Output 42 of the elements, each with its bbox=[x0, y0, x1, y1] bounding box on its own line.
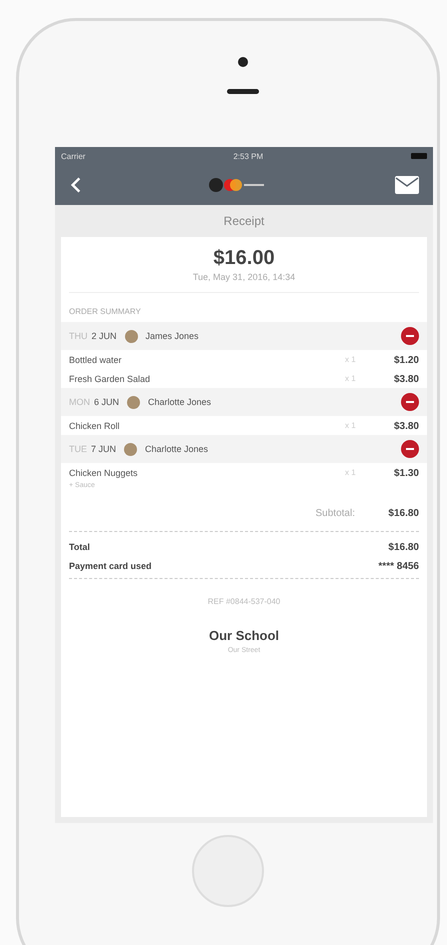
remove-button[interactable] bbox=[401, 440, 419, 458]
item-name: Chicken Nuggets bbox=[69, 468, 139, 478]
subtotal-label: Subtotal: bbox=[316, 508, 355, 519]
item-price: $3.80 bbox=[392, 421, 419, 432]
day-label: THU bbox=[69, 331, 88, 341]
remove-button[interactable] bbox=[401, 327, 419, 345]
item-name: Fresh Garden Salad bbox=[69, 374, 152, 384]
item-name: Chicken Roll bbox=[69, 421, 121, 431]
back-icon[interactable] bbox=[71, 176, 81, 194]
screen-title: Receipt bbox=[224, 214, 264, 228]
person-name: James Jones bbox=[146, 331, 200, 341]
mail-icon[interactable] bbox=[395, 176, 419, 194]
receipt-amount: $16.00 bbox=[212, 247, 276, 270]
reference-number: REF #0844-537-040 bbox=[206, 597, 282, 606]
total-value: $16.80 bbox=[387, 542, 419, 553]
total-label: Total bbox=[69, 542, 90, 553]
avatar-icon bbox=[124, 442, 138, 456]
school-name: Our School bbox=[208, 628, 280, 643]
person-name: Charlotte Jones bbox=[148, 397, 212, 407]
date-label: 6 JUN bbox=[94, 397, 120, 407]
remove-button[interactable] bbox=[401, 393, 419, 411]
day-label: TUE bbox=[69, 444, 87, 454]
receipt-date: Tue, May 31, 2016, 14:34 bbox=[69, 272, 419, 293]
status-time: 2:53 PM bbox=[233, 152, 264, 160]
avatar-icon bbox=[124, 330, 138, 342]
day-label: MON bbox=[69, 397, 90, 407]
total-label: Payment card used bbox=[69, 561, 152, 572]
camera-icon bbox=[238, 57, 248, 67]
item-name: Bottled water bbox=[69, 355, 123, 365]
battery-icon bbox=[411, 153, 427, 159]
section-heading: ORDER SUMMARY bbox=[69, 307, 142, 316]
item-price: $3.80 bbox=[392, 374, 419, 385]
person-name: Charlotte Jones bbox=[145, 444, 210, 454]
carrier-label: Carrier bbox=[61, 152, 86, 160]
item-price: $1.20 bbox=[392, 355, 419, 366]
date-label: 2 JUN bbox=[92, 331, 117, 341]
speaker-icon bbox=[227, 89, 259, 94]
total-value: **** 8456 bbox=[378, 561, 419, 572]
subtotal-value: $16.80 bbox=[387, 508, 419, 519]
item-price: $1.30 bbox=[392, 468, 419, 479]
avatar-icon bbox=[127, 396, 140, 408]
date-label: 7 JUN bbox=[91, 444, 116, 454]
